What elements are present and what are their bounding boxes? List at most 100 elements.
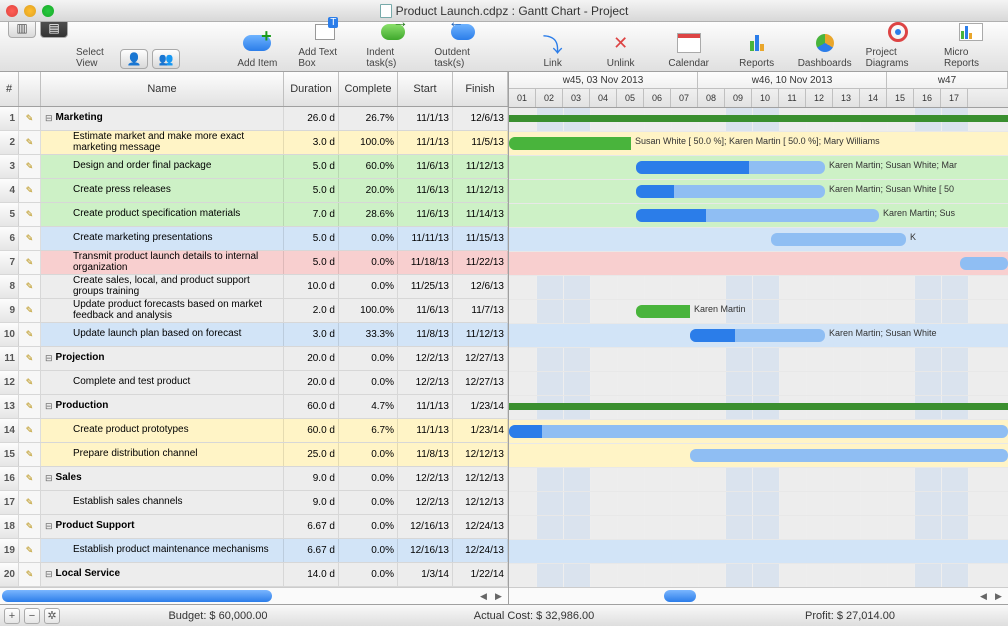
row-start[interactable]: 11/6/13 bbox=[398, 179, 453, 202]
row-start[interactable]: 11/18/13 bbox=[398, 251, 453, 274]
gantt-bar[interactable]: K bbox=[771, 233, 906, 246]
dashboards-button[interactable]: Dashboards bbox=[798, 29, 852, 69]
row-finish[interactable]: 11/5/13 bbox=[453, 131, 508, 154]
row-start[interactable]: 11/11/13 bbox=[398, 227, 453, 250]
row-start[interactable]: 11/25/13 bbox=[398, 275, 453, 298]
gantt-row[interactable] bbox=[509, 564, 1008, 587]
table-row[interactable]: 8✎Create sales, local, and product suppo… bbox=[0, 275, 508, 299]
zoom-out-button[interactable]: − bbox=[24, 608, 40, 624]
row-complete[interactable]: 0.0% bbox=[339, 515, 398, 538]
gantt-row[interactable]: Karen Martin; Sus bbox=[509, 204, 1008, 228]
row-tool-icon[interactable]: ✎ bbox=[19, 323, 41, 346]
gantt-bar[interactable] bbox=[960, 257, 1008, 270]
gantt-bar[interactable]: Susan White [ 50.0 %]; Karen Martin [ 50… bbox=[509, 137, 631, 150]
day-header[interactable]: 15 bbox=[887, 89, 914, 107]
table-row[interactable]: 7✎Transmit product launch details to int… bbox=[0, 251, 508, 275]
settings-gear-icon[interactable]: ✲ bbox=[44, 608, 60, 624]
scroll-right-icon[interactable]: ▶ bbox=[991, 589, 1006, 604]
row-complete[interactable]: 0.0% bbox=[339, 491, 398, 514]
row-duration[interactable]: 60.0 d bbox=[284, 419, 339, 442]
row-finish[interactable]: 11/15/13 bbox=[453, 227, 508, 250]
row-complete[interactable]: 20.0% bbox=[339, 179, 398, 202]
row-tool-icon[interactable]: ✎ bbox=[19, 107, 41, 130]
row-name[interactable]: Transmit product launch details to inter… bbox=[41, 251, 284, 274]
row-start[interactable]: 12/2/13 bbox=[398, 467, 453, 490]
day-header[interactable]: 04 bbox=[590, 89, 617, 107]
day-header[interactable]: 02 bbox=[536, 89, 563, 107]
row-name[interactable]: Create marketing presentations bbox=[41, 227, 284, 250]
row-complete[interactable]: 28.6% bbox=[339, 203, 398, 226]
calendar-button[interactable]: Calendar bbox=[662, 29, 716, 69]
row-finish[interactable]: 11/12/13 bbox=[453, 155, 508, 178]
row-complete[interactable]: 0.0% bbox=[339, 467, 398, 490]
row-duration[interactable]: 3.0 d bbox=[284, 131, 339, 154]
gantt-bar[interactable] bbox=[509, 403, 1008, 410]
view-folder[interactable]: ▥ bbox=[6, 18, 38, 69]
row-name[interactable]: ⊟ Product Support bbox=[41, 515, 284, 538]
day-header[interactable]: 17 bbox=[941, 89, 968, 107]
row-complete[interactable]: 0.0% bbox=[339, 275, 398, 298]
table-row[interactable]: 5✎Create product specification materials… bbox=[0, 203, 508, 227]
row-finish[interactable]: 11/14/13 bbox=[453, 203, 508, 226]
row-finish[interactable]: 1/23/14 bbox=[453, 419, 508, 442]
row-finish[interactable]: 12/6/13 bbox=[453, 107, 508, 130]
gantt-row[interactable]: Karen Martin; Susan White bbox=[509, 324, 1008, 348]
row-finish[interactable]: 11/22/13 bbox=[453, 251, 508, 274]
gantt-row[interactable]: Karen Martin; Susan White; Mar bbox=[509, 156, 1008, 180]
gantt-row[interactable] bbox=[509, 468, 1008, 492]
col-tool[interactable] bbox=[19, 72, 41, 106]
col-start[interactable]: Start bbox=[398, 72, 453, 106]
row-tool-icon[interactable]: ✎ bbox=[19, 275, 41, 298]
gantt-row[interactable] bbox=[509, 540, 1008, 564]
row-start[interactable]: 11/1/13 bbox=[398, 395, 453, 418]
row-complete[interactable]: 60.0% bbox=[339, 155, 398, 178]
table-row[interactable]: 11✎⊟ Projection20.0 d0.0%12/2/1312/27/13 bbox=[0, 347, 508, 371]
row-finish[interactable]: 12/27/13 bbox=[453, 371, 508, 394]
row-name[interactable]: ⊟ Local Service bbox=[41, 563, 284, 586]
day-header[interactable]: 06 bbox=[644, 89, 671, 107]
col-finish[interactable]: Finish bbox=[453, 72, 508, 106]
add-item-button[interactable]: +Add Item bbox=[230, 29, 284, 69]
row-duration[interactable]: 6.67 d bbox=[284, 539, 339, 562]
row-complete[interactable]: 4.7% bbox=[339, 395, 398, 418]
table-row[interactable]: 19✎Establish product maintenance mechani… bbox=[0, 539, 508, 563]
row-tool-icon[interactable]: ✎ bbox=[19, 251, 41, 274]
gantt-bar[interactable]: Karen Martin; Susan White bbox=[690, 329, 825, 342]
col-num[interactable]: # bbox=[0, 72, 19, 106]
row-start[interactable]: 11/1/13 bbox=[398, 107, 453, 130]
scroll-right-icon[interactable]: ▶ bbox=[491, 589, 506, 604]
table-row[interactable]: 12✎Complete and test product20.0 d0.0%12… bbox=[0, 371, 508, 395]
row-duration[interactable]: 20.0 d bbox=[284, 371, 339, 394]
day-header[interactable]: 10 bbox=[752, 89, 779, 107]
row-duration[interactable]: 26.0 d bbox=[284, 107, 339, 130]
row-tool-icon[interactable]: ✎ bbox=[19, 203, 41, 226]
day-header[interactable]: 14 bbox=[860, 89, 887, 107]
row-start[interactable]: 12/16/13 bbox=[398, 539, 453, 562]
day-header[interactable]: 12 bbox=[806, 89, 833, 107]
disclosure-icon[interactable]: ⊟ bbox=[45, 474, 53, 483]
col-name[interactable]: Name bbox=[41, 72, 284, 106]
day-header[interactable]: 01 bbox=[509, 89, 536, 107]
row-start[interactable]: 12/2/13 bbox=[398, 347, 453, 370]
row-tool-icon[interactable]: ✎ bbox=[19, 299, 41, 322]
disclosure-icon[interactable]: ⊟ bbox=[45, 570, 53, 579]
link-button[interactable]: ⤵Link bbox=[526, 29, 580, 69]
scroll-left-icon[interactable]: ◀ bbox=[476, 589, 491, 604]
gantt-row[interactable] bbox=[509, 108, 1008, 132]
left-scrollbar[interactable]: ◀ ▶ bbox=[0, 587, 508, 604]
row-name[interactable]: Create press releases bbox=[41, 179, 284, 202]
row-start[interactable]: 11/6/13 bbox=[398, 155, 453, 178]
row-duration[interactable]: 6.67 d bbox=[284, 515, 339, 538]
row-tool-icon[interactable]: ✎ bbox=[19, 395, 41, 418]
row-duration[interactable]: 5.0 d bbox=[284, 251, 339, 274]
row-duration[interactable]: 5.0 d bbox=[284, 179, 339, 202]
row-tool-icon[interactable]: ✎ bbox=[19, 419, 41, 442]
row-name[interactable]: Prepare distribution channel bbox=[41, 443, 284, 466]
row-duration[interactable]: 9.0 d bbox=[284, 491, 339, 514]
row-tool-icon[interactable]: ✎ bbox=[19, 539, 41, 562]
table-row[interactable]: 1✎⊟ Marketing26.0 d26.7%11/1/1312/6/13 bbox=[0, 107, 508, 131]
unlink-button[interactable]: ✕Unlink bbox=[594, 29, 648, 69]
table-row[interactable]: 20✎⊟ Local Service14.0 d0.0%1/3/141/22/1… bbox=[0, 563, 508, 587]
gantt-row[interactable]: K bbox=[509, 228, 1008, 252]
row-finish[interactable]: 11/12/13 bbox=[453, 323, 508, 346]
